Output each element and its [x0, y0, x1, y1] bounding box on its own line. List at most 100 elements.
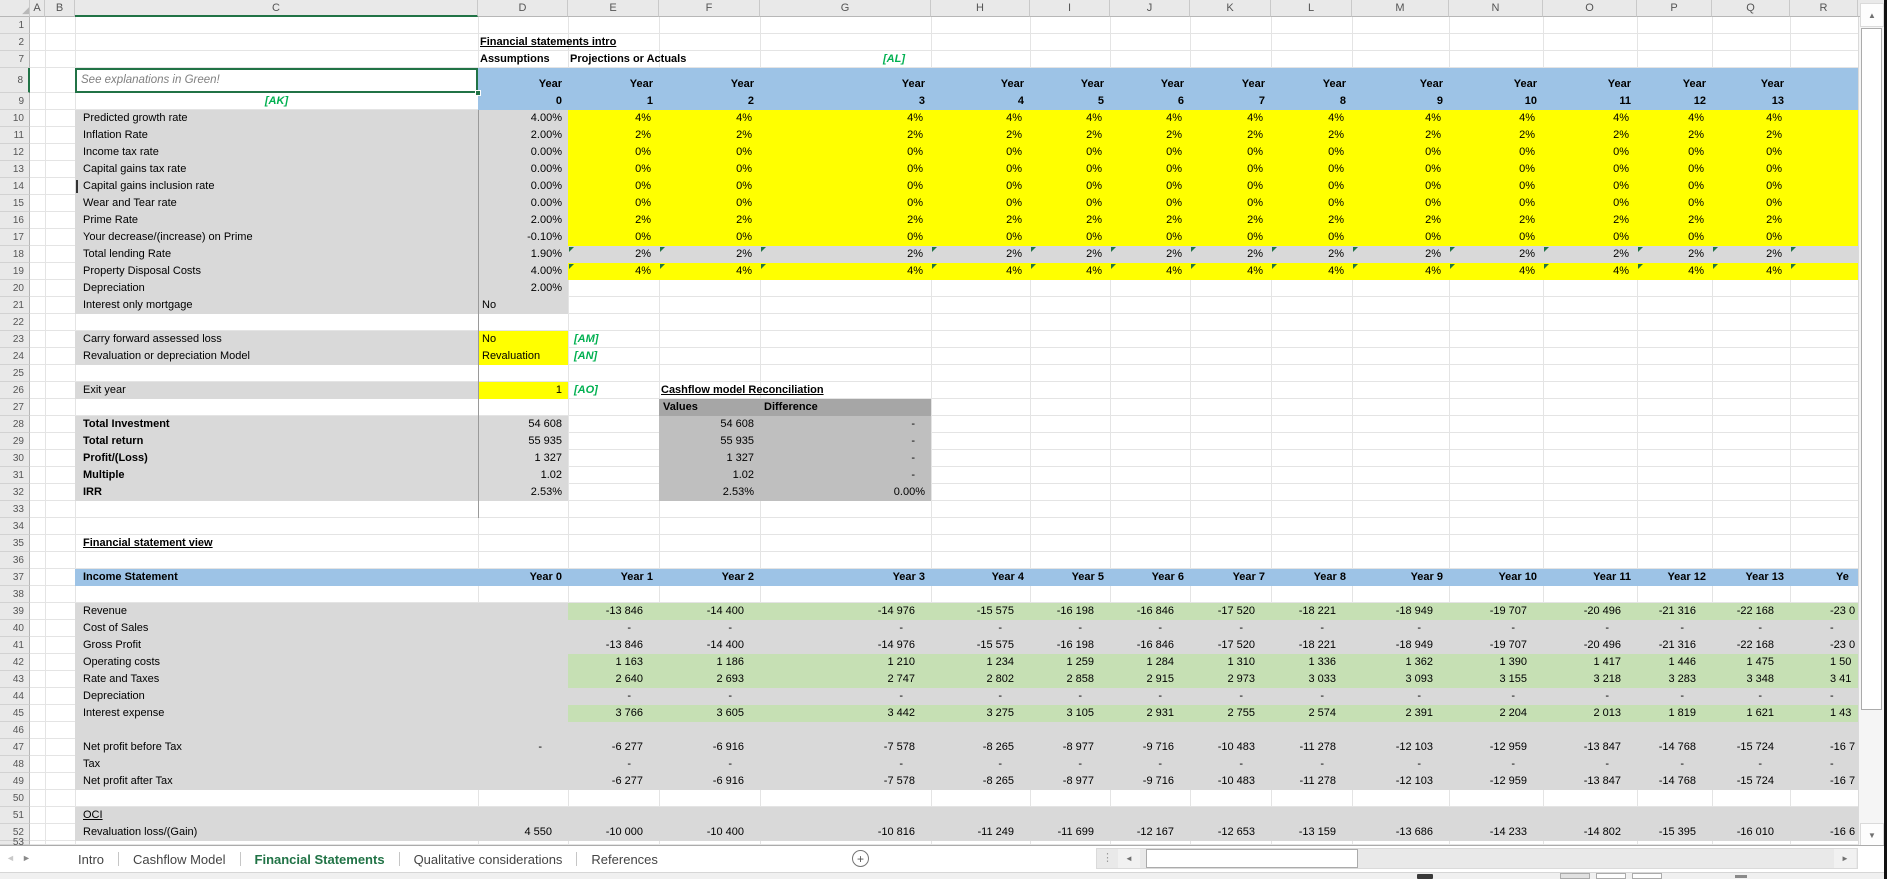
cell-P17[interactable]: 0%: [1637, 229, 1712, 246]
cell-K45[interactable]: 2 755: [1190, 705, 1271, 722]
column-header-K[interactable]: K: [1190, 0, 1271, 17]
cell-F10[interactable]: 4%: [659, 110, 760, 127]
row-header-20[interactable]: 20: [0, 280, 30, 297]
row-header-42[interactable]: 42: [0, 654, 30, 671]
macro-record-icon[interactable]: [1417, 874, 1433, 879]
is-label-44[interactable]: Depreciation: [75, 688, 478, 705]
cell-R47[interactable]: -16 7: [1790, 739, 1858, 756]
column-header-R[interactable]: R: [1790, 0, 1858, 17]
cell-G28[interactable]: -: [760, 416, 931, 433]
tab-nav-right-icon[interactable]: ►: [22, 853, 32, 865]
cell-J19[interactable]: 4%: [1110, 263, 1190, 280]
year-number-10[interactable]: 10: [1449, 93, 1543, 110]
cell-D29[interactable]: 55 935: [478, 433, 568, 450]
cell-J15[interactable]: 0%: [1110, 195, 1190, 212]
cell-L16[interactable]: 2%: [1271, 212, 1352, 229]
tag-23[interactable]: [AM]: [568, 331, 659, 348]
assumption-label-14[interactable]: Capital gains inclusion rate: [75, 178, 478, 195]
row-header-19[interactable]: 19: [0, 263, 30, 280]
cell-O42[interactable]: 1 417: [1543, 654, 1637, 671]
year-number-3[interactable]: 3: [760, 93, 931, 110]
row-header-47[interactable]: 47: [0, 739, 30, 756]
cell-K14[interactable]: 0%: [1190, 178, 1271, 195]
cell-P15[interactable]: 0%: [1637, 195, 1712, 212]
tag-ao[interactable]: [AO]: [568, 382, 659, 399]
cell-Q41[interactable]: -22 168: [1712, 637, 1790, 654]
add-sheet-button[interactable]: +: [852, 850, 869, 867]
cell-F15[interactable]: 0%: [659, 195, 760, 212]
cell-P48[interactable]: -: [1637, 756, 1712, 773]
cell-F32[interactable]: 2.53%: [659, 484, 760, 501]
cell-H16[interactable]: 2%: [931, 212, 1030, 229]
cell-M39[interactable]: -18 949: [1352, 603, 1449, 620]
row-header-23[interactable]: 23: [0, 331, 30, 348]
is-label-43[interactable]: Rate and Taxes: [75, 671, 478, 688]
vertical-scroll-thumb[interactable]: [1861, 28, 1882, 710]
cell-F41[interactable]: -14 400: [659, 637, 760, 654]
cell-Q13[interactable]: 0%: [1712, 161, 1790, 178]
year-number-1[interactable]: 1: [568, 93, 659, 110]
cell-H52[interactable]: -11 249: [931, 824, 1030, 841]
column-header-L[interactable]: L: [1271, 0, 1352, 17]
cell-M48[interactable]: -: [1352, 756, 1449, 773]
row-header-7[interactable]: 7: [0, 51, 30, 68]
is-year-header-cut[interactable]: Ye: [1790, 569, 1858, 586]
assumption-label-10[interactable]: Predicted growth rate: [75, 110, 478, 127]
cell-P45[interactable]: 1 819: [1637, 705, 1712, 722]
cell-L12[interactable]: 0%: [1271, 144, 1352, 161]
cell-Q40[interactable]: -: [1712, 620, 1790, 637]
cell-E17[interactable]: 0%: [568, 229, 659, 246]
cell-L45[interactable]: 2 574: [1271, 705, 1352, 722]
row-header-24[interactable]: 24: [0, 348, 30, 365]
cell-J42[interactable]: 1 284: [1110, 654, 1190, 671]
cell-L17[interactable]: 0%: [1271, 229, 1352, 246]
column-header-O[interactable]: O: [1543, 0, 1637, 17]
cell-M14[interactable]: 0%: [1352, 178, 1449, 195]
cell-D16[interactable]: 2.00%: [478, 212, 568, 229]
cell-M43[interactable]: 3 093: [1352, 671, 1449, 688]
cell-D10[interactable]: 4.00%: [478, 110, 568, 127]
cell-K10[interactable]: 4%: [1190, 110, 1271, 127]
row-header-32[interactable]: 32: [0, 484, 30, 501]
row-header-44[interactable]: 44: [0, 688, 30, 705]
cell-K18[interactable]: 2%: [1190, 246, 1271, 263]
cell-I47[interactable]: -8 977: [1030, 739, 1110, 756]
summary-label-28[interactable]: Total Investment: [75, 416, 478, 433]
cell-O10[interactable]: 4%: [1543, 110, 1637, 127]
cell-G29[interactable]: -: [760, 433, 931, 450]
cell-E12[interactable]: 0%: [568, 144, 659, 161]
cell-I40[interactable]: -: [1030, 620, 1110, 637]
is-label-48[interactable]: Tax: [75, 756, 478, 773]
cell-Q11[interactable]: 2%: [1712, 127, 1790, 144]
statement-section-title[interactable]: Financial statement view: [75, 535, 478, 552]
cell-G48[interactable]: -: [760, 756, 931, 773]
year-word-11[interactable]: Year: [1543, 68, 1637, 93]
cell-N45[interactable]: 2 204: [1449, 705, 1543, 722]
cell-Q19[interactable]: 4%: [1712, 263, 1790, 280]
cell-selection[interactable]: [75, 68, 478, 93]
tag-al[interactable]: [AL]: [760, 51, 931, 68]
cell-I44[interactable]: -: [1030, 688, 1110, 705]
is-label-45[interactable]: Interest expense: [75, 705, 478, 722]
cell-H39[interactable]: -15 575: [931, 603, 1030, 620]
sheet-tab-references[interactable]: References: [577, 846, 671, 872]
cell-G41[interactable]: -14 976: [760, 637, 931, 654]
cell-N42[interactable]: 1 390: [1449, 654, 1543, 671]
cell-Q42[interactable]: 1 475: [1712, 654, 1790, 671]
cell-M47[interactable]: -12 103: [1352, 739, 1449, 756]
cell-K17[interactable]: 0%: [1190, 229, 1271, 246]
cell-F29[interactable]: 55 935: [659, 433, 760, 450]
cell-K19[interactable]: 4%: [1190, 263, 1271, 280]
cell-E52[interactable]: -10 000: [568, 824, 659, 841]
row-header-25[interactable]: 25: [0, 365, 30, 382]
cell-I39[interactable]: -16 198: [1030, 603, 1110, 620]
column-header-C[interactable]: C: [75, 0, 478, 17]
cell-Q14[interactable]: 0%: [1712, 178, 1790, 195]
cell-L40[interactable]: -: [1271, 620, 1352, 637]
cell-I11[interactable]: 2%: [1030, 127, 1110, 144]
is-label-42[interactable]: Operating costs: [75, 654, 478, 671]
cell-D18[interactable]: 1.90%: [478, 246, 568, 263]
cell-N13[interactable]: 0%: [1449, 161, 1543, 178]
row-header-29[interactable]: 29: [0, 433, 30, 450]
cell-H15[interactable]: 0%: [931, 195, 1030, 212]
